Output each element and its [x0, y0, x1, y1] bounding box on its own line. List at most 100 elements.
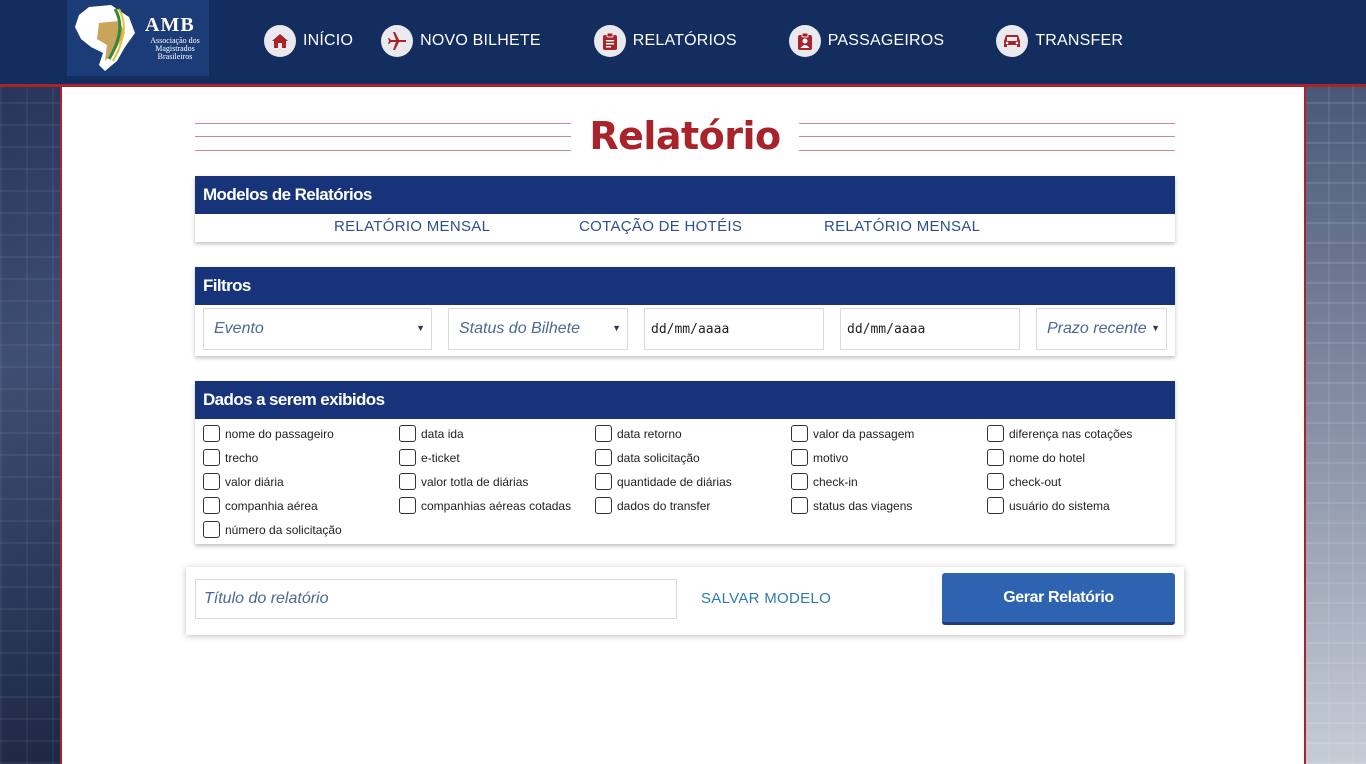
airplane-icon — [381, 25, 414, 57]
checkbox-data-retorno[interactable]: data retorno — [595, 425, 682, 442]
checkbox-dados-transfer[interactable]: dados do transfer — [595, 497, 710, 514]
nav-label: PASSAGEIROS — [827, 32, 945, 49]
amb-logo[interactable]: AMB Associação dos Magistrados Brasileir… — [67, 0, 209, 76]
checkbox-status-viagens[interactable]: status das viagens — [791, 497, 912, 514]
top-navbar: AMB Associação dos Magistrados Brasileir… — [0, 0, 1366, 87]
logo-subtitle: Associação dos Magistrados Brasileiros — [150, 36, 200, 61]
model-link-relatorio-mensal[interactable]: RELATÓRIO MENSAL — [334, 218, 490, 235]
checkbox-label: diferença nas cotações — [1009, 426, 1133, 441]
status-bilhete-select[interactable]: Status do Bilhete ▼ — [448, 308, 628, 350]
checkbox[interactable] — [791, 497, 808, 514]
nav-item-novo-bilhete[interactable]: NOVO BILHETE — [381, 25, 541, 57]
main-nav: INÍCIO NOVO BILHETE RELATÓRIOS PASSAGEIR… — [264, 25, 1123, 57]
checkbox[interactable] — [203, 497, 220, 514]
report-models-card: Modelos de Relatórios RELATÓRIO MENSAL C… — [195, 176, 1175, 242]
status-select-value: Status do Bilhete — [459, 320, 580, 337]
brazil-map-icon — [69, 3, 139, 73]
checkbox-motivo[interactable]: motivo — [791, 449, 848, 466]
checkbox-valor-passagem[interactable]: valor da passagem — [791, 425, 914, 442]
checkbox[interactable] — [987, 425, 1004, 442]
date-from-input[interactable]: dd/mm/aaaa — [644, 308, 824, 350]
checkbox[interactable] — [987, 497, 1004, 514]
checkbox-label: dados do transfer — [617, 498, 711, 513]
chevron-down-icon: ▼ — [416, 323, 425, 333]
generate-report-button[interactable]: Gerar Relatório — [942, 573, 1175, 625]
car-icon — [996, 25, 1029, 57]
checkbox-nome-passageiro[interactable]: nome do passageiro — [203, 425, 334, 442]
report-actions-bar: Título do relatório SALVAR MODELO Gerar … — [186, 567, 1184, 635]
checkbox-label: trecho — [225, 450, 259, 465]
checkbox-data-ida[interactable]: data ida — [399, 425, 464, 442]
checkbox[interactable] — [595, 473, 612, 490]
report-models-heading: Modelos de Relatórios — [195, 176, 1175, 214]
title-row: Relatório — [195, 114, 1175, 163]
checkbox[interactable] — [595, 497, 612, 514]
filters-heading: Filtros — [195, 267, 1175, 305]
checkbox[interactable] — [987, 449, 1004, 466]
checkbox[interactable] — [791, 473, 808, 490]
evento-select[interactable]: Evento ▼ — [203, 308, 432, 350]
checkbox-check-out[interactable]: check-out — [987, 473, 1061, 490]
fields-checklist: nome do passageiro trecho valor diária c… — [195, 419, 1175, 544]
checkbox-label: nome do hotel — [1009, 450, 1086, 465]
checkbox[interactable] — [987, 473, 1004, 490]
logo-title: AMB — [145, 14, 195, 36]
checkbox[interactable] — [399, 449, 416, 466]
checkbox-numero-solicitacao[interactable]: número da solicitação — [203, 521, 342, 538]
checkbox-companhia-aerea[interactable]: companhia aérea — [203, 497, 318, 514]
report-title-input[interactable]: Título do relatório — [195, 579, 677, 619]
save-model-button[interactable]: SALVAR MODELO — [701, 590, 831, 607]
nav-label: INÍCIO — [303, 32, 354, 49]
checkbox-valor-total-diarias[interactable]: valor totla de diárias — [399, 473, 528, 490]
checkbox[interactable] — [791, 425, 808, 442]
main-panel: Relatório Modelos de Relatórios RELATÓRI… — [60, 87, 1306, 764]
checkbox-data-solicitacao[interactable]: data solicitação — [595, 449, 700, 466]
checkbox[interactable] — [203, 425, 220, 442]
checkbox-companhias-cotadas[interactable]: companhias aéreas cotadas — [399, 497, 571, 514]
checkbox[interactable] — [399, 497, 416, 514]
checkbox-label: data ida — [421, 426, 464, 441]
checkbox-usuario-sistema[interactable]: usuário do sistema — [987, 497, 1110, 514]
checkbox-quantidade-diarias[interactable]: quantidade de diárias — [595, 473, 732, 490]
nav-item-relatorios[interactable]: RELATÓRIOS — [593, 25, 737, 57]
nav-item-transfer[interactable]: TRANSFER — [996, 25, 1123, 57]
checkbox-label: data solicitação — [617, 450, 700, 465]
model-link-relatorio-mensal-2[interactable]: RELATÓRIO MENSAL — [824, 218, 980, 235]
checkbox-label: valor da passagem — [813, 426, 915, 441]
checkbox-e-ticket[interactable]: e-ticket — [399, 449, 460, 466]
prazo-select[interactable]: Prazo recente ▼ — [1036, 308, 1167, 350]
checkbox-nome-hotel[interactable]: nome do hotel — [987, 449, 1085, 466]
checkbox[interactable] — [399, 425, 416, 442]
nav-item-passageiros[interactable]: PASSAGEIROS — [788, 25, 945, 57]
checkbox[interactable] — [203, 449, 220, 466]
checkbox-trecho[interactable]: trecho — [203, 449, 258, 466]
evento-select-value: Evento — [214, 320, 264, 337]
checkbox-label: companhias aéreas cotadas — [421, 498, 572, 513]
nav-label: NOVO BILHETE — [420, 32, 541, 49]
checkbox[interactable] — [791, 449, 808, 466]
model-link-cotacao-hoteis[interactable]: COTAÇÃO DE HOTÉIS — [579, 218, 742, 235]
date-to-input[interactable]: dd/mm/aaaa — [840, 308, 1020, 350]
nav-label: RELATÓRIOS — [632, 32, 737, 49]
checkbox-label: usuário do sistema — [1009, 498, 1110, 513]
prazo-select-value: Prazo recente — [1047, 320, 1147, 337]
checkbox-label: valor totla de diárias — [421, 474, 529, 489]
checkbox-label: número da solicitação — [225, 522, 342, 537]
checkbox-diferenca-cotacoes[interactable]: diferença nas cotações — [987, 425, 1132, 442]
nav-item-inicio[interactable]: INÍCIO — [264, 25, 353, 57]
checkbox[interactable] — [595, 425, 612, 442]
checkbox[interactable] — [203, 473, 220, 490]
checkbox[interactable] — [399, 473, 416, 490]
checkbox-valor-diaria[interactable]: valor diária — [203, 473, 284, 490]
home-icon — [264, 25, 296, 57]
filters-card: Filtros Evento ▼ Status do Bilhete ▼ dd/… — [195, 267, 1175, 356]
background-left — [0, 87, 62, 764]
date-to-placeholder: dd/mm/aaaa — [847, 321, 926, 337]
checkbox-label: e-ticket — [421, 450, 460, 465]
checkbox[interactable] — [595, 449, 612, 466]
clipboard-icon — [593, 25, 626, 57]
checkbox-check-in[interactable]: check-in — [791, 473, 858, 490]
checkbox[interactable] — [203, 521, 220, 538]
report-title-placeholder: Título do relatório — [204, 590, 329, 607]
display-fields-heading: Dados a serem exibidos — [195, 381, 1175, 419]
